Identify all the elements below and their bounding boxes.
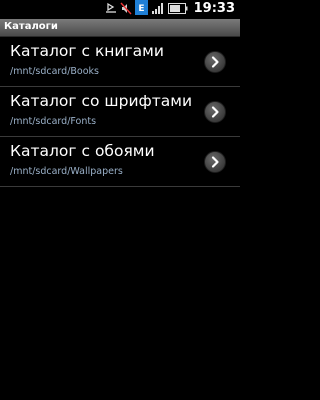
chevron-right-icon[interactable]: [204, 51, 226, 73]
catalog-item-books[interactable]: Каталог с книгами /mnt/sdcard/Books: [0, 37, 240, 87]
catalog-item-path: /mnt/sdcard/Books: [10, 66, 99, 77]
catalog-item-fonts[interactable]: Каталог со шрифтами /mnt/sdcard/Fonts: [0, 87, 240, 137]
mute-icon: [120, 0, 132, 19]
svg-text:E: E: [138, 4, 144, 14]
battery-icon: [168, 0, 188, 19]
title-bar: Каталоги: [0, 19, 240, 37]
usb-debug-icon: [105, 0, 117, 19]
page-title: Каталоги: [4, 21, 58, 32]
catalog-item-title: Каталог с книгами: [10, 42, 164, 60]
chevron-right-icon[interactable]: [204, 151, 226, 173]
catalog-item-path: /mnt/sdcard/Wallpapers: [10, 166, 123, 177]
catalog-item-title: Каталог со шрифтами: [10, 92, 193, 110]
catalog-item-title: Каталог с обоями: [10, 142, 155, 160]
data-sync-icon: E: [135, 0, 148, 19]
status-bar: E 19:33: [0, 0, 240, 19]
chevron-right-icon[interactable]: [204, 101, 226, 123]
status-clock: 19:33: [193, 1, 235, 16]
catalog-item-path: /mnt/sdcard/Fonts: [10, 116, 97, 127]
signal-icon: [151, 0, 165, 19]
catalog-item-wallpapers[interactable]: Каталог с обоями /mnt/sdcard/Wallpapers: [0, 137, 240, 187]
status-icons: E: [105, 0, 188, 19]
catalog-list: Каталог с книгами /mnt/sdcard/Books Ката…: [0, 37, 240, 187]
